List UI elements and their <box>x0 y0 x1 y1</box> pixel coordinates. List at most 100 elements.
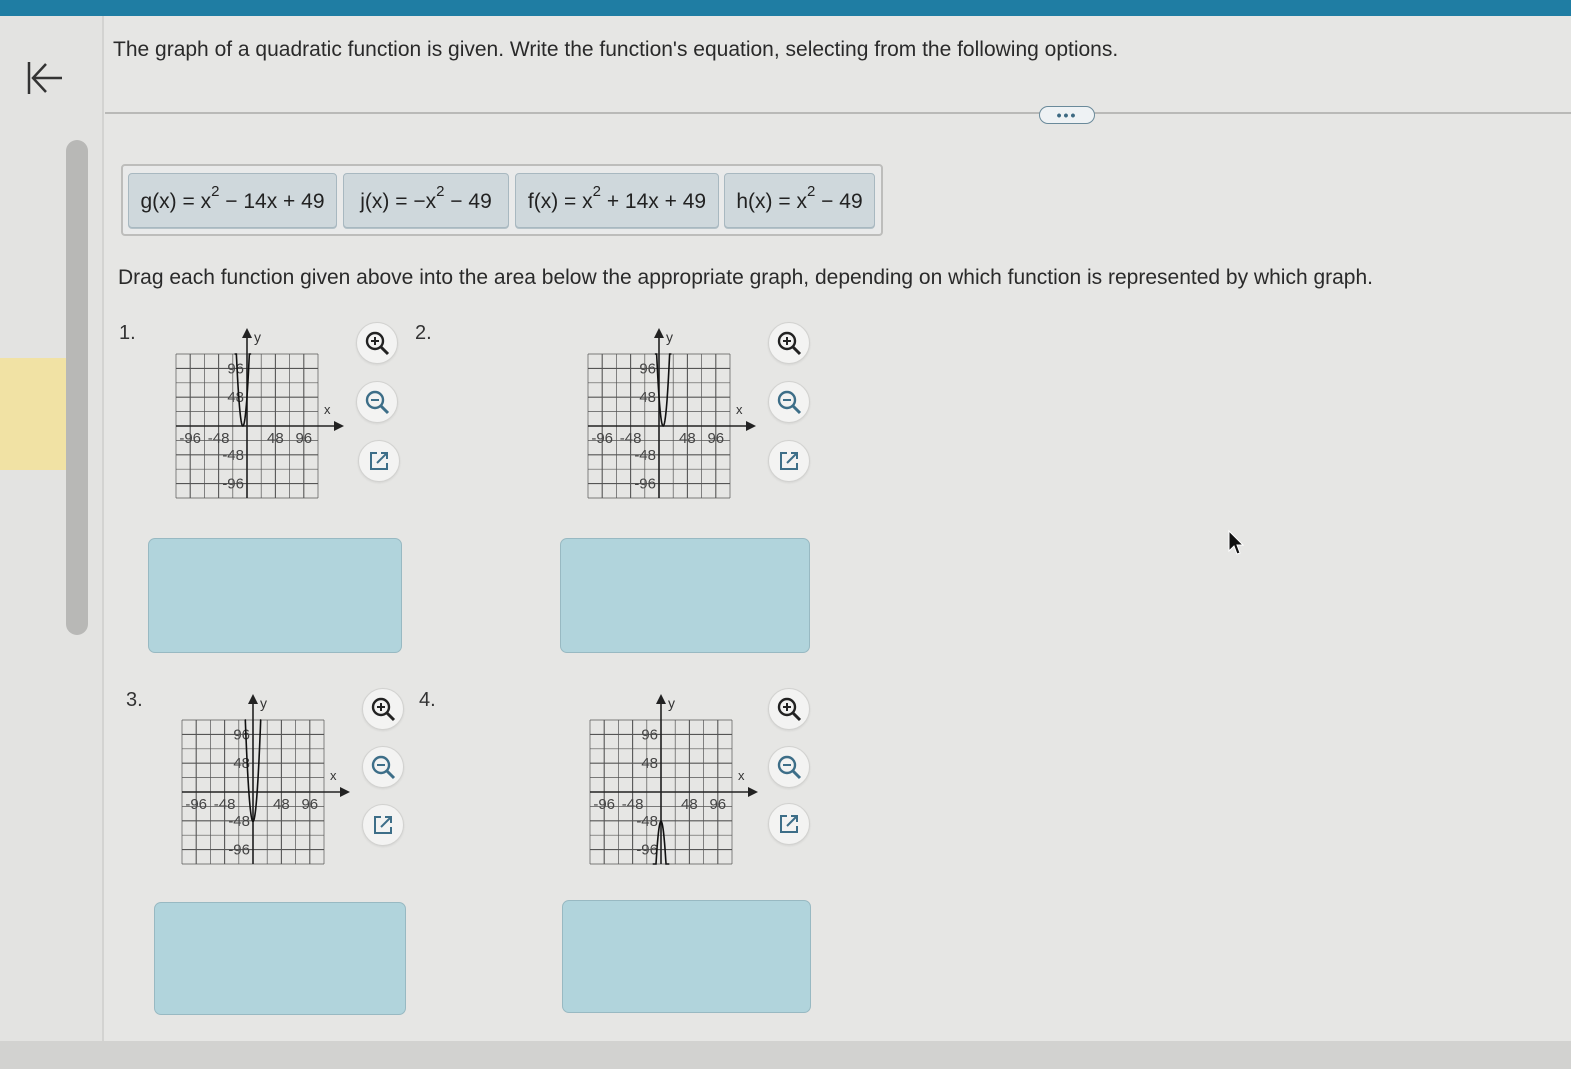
graph-1: x y -96 -48 48 96 96 48 -48 -96 <box>175 328 344 499</box>
y-tick-label: 48 <box>639 389 656 406</box>
y-tick-label: -48 <box>228 813 250 830</box>
y-axis-label: y <box>260 695 267 711</box>
option-tile-j[interactable]: j(x) = −x2 − 49 <box>343 173 509 228</box>
y-axis-label: y <box>666 329 673 345</box>
x-axis-label: x <box>330 768 337 783</box>
open-external-icon <box>780 815 798 833</box>
option-equation-j: j(x) = −x2 − 49 <box>360 183 492 213</box>
zoom-out-button-2[interactable] <box>768 381 810 423</box>
option-tile-h[interactable]: h(x) = x2 − 49 <box>724 173 875 228</box>
y-tick-label: 48 <box>227 389 244 406</box>
zoom-out-button-1[interactable] <box>356 381 398 423</box>
open-graph-button-1[interactable] <box>358 440 400 482</box>
option-tile-f[interactable]: f(x) = x2 + 14x + 49 <box>515 173 719 228</box>
x-tick-label: 96 <box>295 430 312 447</box>
x-tick-label: -48 <box>214 796 236 813</box>
x-tick-label: 48 <box>681 796 698 813</box>
scrollbar-thumb[interactable] <box>66 140 88 635</box>
drop-zone-4[interactable] <box>562 900 811 1013</box>
open-external-icon <box>780 452 798 470</box>
y-axis-arrow <box>242 328 252 338</box>
x-tick-label: 48 <box>267 430 284 447</box>
graph-number-1: 1. <box>119 322 136 344</box>
more-button[interactable]: ••• <box>1039 106 1095 124</box>
y-tick-label: -96 <box>228 842 250 859</box>
y-tick-label: 96 <box>641 726 658 743</box>
zoom-in-button-4[interactable] <box>768 688 810 730</box>
x-axis-label: x <box>324 402 331 417</box>
open-graph-button-4[interactable] <box>768 803 810 845</box>
graph-4: x y -96 -48 48 96 96 48 -48 -96 <box>589 694 758 865</box>
parabola-curve <box>654 353 672 427</box>
x-axis-label: x <box>738 768 745 783</box>
x-tick-label: -96 <box>179 430 201 447</box>
collapse-back-button[interactable] <box>18 54 70 102</box>
y-axis-label: y <box>668 695 675 711</box>
option-equation-g: g(x) = x2 − 14x + 49 <box>140 183 325 213</box>
x-axis-arrow <box>334 421 344 431</box>
y-tick-label: -96 <box>636 842 658 859</box>
y-tick-label: -96 <box>222 476 244 493</box>
graph-2: x y -96 -48 48 96 96 48 -48 -96 <box>587 328 756 499</box>
open-graph-button-2[interactable] <box>768 440 810 482</box>
zoom-in-button-1[interactable] <box>356 322 398 364</box>
y-axis-arrow <box>656 694 666 704</box>
zoom-out-icon <box>777 390 802 415</box>
y-axis-arrow <box>654 328 664 338</box>
graph-3: xy-96 -48 48 969648-48-96 <box>181 694 350 865</box>
graph-number-2: 2. <box>415 322 432 344</box>
zoom-out-icon <box>371 755 396 780</box>
zoom-in-button-2[interactable] <box>768 322 810 364</box>
x-axis-arrow <box>746 421 756 431</box>
left-rail <box>0 16 104 1041</box>
drop-zone-2[interactable] <box>560 538 810 653</box>
top-bar <box>0 0 1571 16</box>
y-tick-label: 48 <box>641 755 658 772</box>
x-tick-label: 96 <box>709 796 726 813</box>
x-tick-label: 48 <box>679 430 696 447</box>
y-tick-label: -48 <box>222 447 244 464</box>
y-axis-arrow <box>248 694 258 704</box>
x-axis-label: x <box>736 402 743 417</box>
drop-zone-1[interactable] <box>148 538 402 653</box>
zoom-out-icon <box>365 390 390 415</box>
graph-number-4: 4. <box>419 689 436 711</box>
y-tick-label: -96 <box>634 476 656 493</box>
x-tick-label: -48 <box>208 430 230 447</box>
separator <box>105 112 1571 114</box>
open-graph-button-3[interactable] <box>362 804 404 846</box>
zoom-in-icon <box>365 331 390 356</box>
x-tick-label: -96 <box>185 796 207 813</box>
highlight-tab <box>0 358 66 470</box>
y-tick-label: 96 <box>233 726 250 743</box>
zoom-in-button-3[interactable] <box>362 688 404 730</box>
zoom-in-icon <box>777 697 802 722</box>
bottom-bar <box>0 1041 1571 1069</box>
y-tick-label: -48 <box>634 447 656 464</box>
x-tick-label: 96 <box>301 796 318 813</box>
x-tick-label: -96 <box>591 430 613 447</box>
zoom-in-icon <box>371 697 396 722</box>
arrow-left-bar-icon <box>27 62 62 94</box>
zoom-out-button-3[interactable] <box>362 746 404 788</box>
zoom-out-icon <box>777 755 802 780</box>
open-external-icon <box>370 452 388 470</box>
zoom-out-button-4[interactable] <box>768 746 810 788</box>
option-equation-f: f(x) = x2 + 14x + 49 <box>527 183 707 213</box>
x-tick-label: 96 <box>707 430 724 447</box>
y-tick-label: -48 <box>636 813 658 830</box>
option-equation-h: h(x) = x2 − 49 <box>736 183 863 213</box>
x-tick-label: -96 <box>593 796 615 813</box>
x-tick-label: -48 <box>620 430 642 447</box>
mouse-cursor-icon <box>1228 529 1245 555</box>
x-tick-label: 48 <box>273 796 290 813</box>
instructions-text: Drag each function given above into the … <box>118 266 1373 289</box>
zoom-in-icon <box>777 331 802 356</box>
graph-number-3: 3. <box>126 689 143 711</box>
y-tick-label: 96 <box>227 360 244 377</box>
drop-zone-3[interactable] <box>154 902 406 1015</box>
option-tile-g[interactable]: g(x) = x2 − 14x + 49 <box>128 173 337 228</box>
x-axis-arrow <box>340 787 350 797</box>
x-tick-label: -48 <box>622 796 644 813</box>
x-axis-arrow <box>748 787 758 797</box>
